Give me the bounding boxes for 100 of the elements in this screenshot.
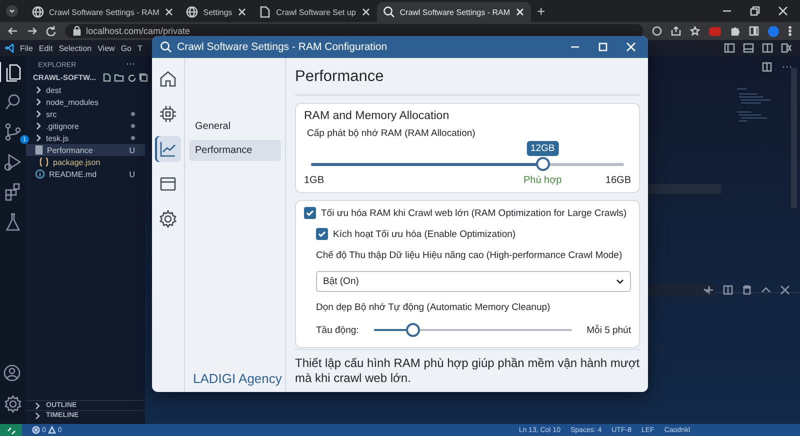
remote-icon[interactable]: [0, 424, 22, 436]
menu-item[interactable]: View: [98, 44, 115, 52]
git-status: U: [129, 170, 135, 178]
chevron-icon: [703, 286, 711, 294]
min-label: 1GB: [304, 175, 324, 186]
explorer-item[interactable]: dest: [26, 84, 145, 96]
browser-tab[interactable]: Crawl Software Settings - RAM: [376, 2, 532, 22]
slider-value: Mỗi 5 phút: [586, 324, 631, 336]
menu-item[interactable]: File: [20, 44, 33, 52]
refresh-icon[interactable]: [126, 73, 136, 82]
git-status: U: [129, 146, 135, 154]
browser-tab[interactable]: Crawl Software Set up: [253, 2, 377, 22]
check-icon: [317, 229, 327, 239]
gear-icon: [158, 209, 178, 229]
code-logo-icon: [4, 43, 14, 53]
rail-item[interactable]: [155, 136, 181, 162]
close-icon[interactable]: [780, 285, 790, 295]
window-title: Crawl Software Settings - RAM Configuration: [177, 41, 388, 53]
close-icon[interactable]: [164, 7, 174, 17]
error-icon: [32, 426, 40, 434]
menu-item[interactable]: Selection: [58, 44, 92, 52]
back-icon[interactable]: [8, 26, 18, 36]
panel-toggle-icon[interactable]: [743, 43, 754, 53]
explorer-item[interactable]: package.json: [26, 156, 145, 168]
sidebar-toggle-icon[interactable]: [724, 43, 735, 53]
chevron-icon: [616, 278, 624, 285]
trash-icon[interactable]: [742, 285, 752, 295]
new-file-icon[interactable]: [102, 73, 111, 82]
share-icon[interactable]: [671, 26, 681, 36]
play-icon: [3, 152, 23, 172]
mode-dropdown[interactable]: Bật (On): [316, 271, 631, 292]
page-heading: Performance: [295, 58, 640, 96]
search-icon: [382, 6, 395, 18]
field-label: Chế độ Thu thập Dữ liệu Hiệu năng cao (High-performance Crawl Mode): [316, 250, 624, 261]
reload-icon[interactable]: [46, 26, 56, 36]
close-icon[interactable]: [778, 6, 788, 16]
card-title: RAM and Memory Allocation: [304, 110, 450, 122]
check-icon: [305, 208, 315, 218]
account-icon[interactable]: [3, 364, 21, 382]
maximize-icon[interactable]: [598, 42, 608, 52]
puzzle-icon[interactable]: [730, 26, 740, 36]
slider-label: Cấp phát bộ nhớ RAM (RAM Allocation): [306, 128, 476, 139]
dropdown-icon[interactable]: [6, 5, 18, 17]
max-label: 16GB: [605, 175, 631, 186]
split-editor-icon[interactable]: [762, 62, 772, 72]
terminal-dropdown[interactable]: [650, 284, 715, 296]
address-text: localhost.com/cam/private: [86, 26, 190, 36]
json-icon: [39, 157, 49, 167]
warning-icon: [48, 426, 56, 434]
avatar-icon[interactable]: [768, 26, 779, 36]
close-icon[interactable]: [237, 7, 248, 17]
more-icon[interactable]: [788, 26, 792, 36]
file-icon: [35, 145, 43, 155]
modified-dot: [131, 136, 135, 140]
chart-icon: [158, 139, 178, 159]
split-icon[interactable]: [723, 285, 733, 295]
globe-icon: [186, 6, 198, 18]
new-folder-icon[interactable]: [114, 73, 124, 82]
recommendation-label: Phù hợp: [523, 175, 562, 186]
modified-dot: [131, 112, 135, 116]
nav-item[interactable]: General: [189, 116, 281, 137]
explorer-item[interactable]: Performance U: [26, 144, 145, 156]
value-tooltip: 12GB: [526, 141, 559, 156]
nav-item[interactable]: Performance: [189, 140, 281, 161]
browser-tab[interactable]: Crawl Software Settings - RAM: [26, 2, 180, 22]
checkbox-label: Kích hoạt Tối ưu hóa (Enable Optimization): [333, 228, 516, 240]
branch-icon: [3, 122, 23, 142]
slider-thumb[interactable]: [406, 323, 420, 337]
gear-icon[interactable]: [3, 394, 23, 414]
explorer-item[interactable]: node_modules: [26, 96, 145, 108]
explorer-item[interactable]: README.md U: [26, 168, 145, 180]
forward-icon[interactable]: [27, 26, 37, 36]
split-icon[interactable]: [762, 43, 773, 53]
flask-icon: [3, 212, 23, 232]
slider-thumb[interactable]: [536, 157, 550, 171]
close-icon[interactable]: [360, 7, 371, 17]
google-lens-icon[interactable]: [652, 26, 662, 36]
star-icon[interactable]: [690, 26, 700, 36]
brand-name: LADIGI Agency: [192, 371, 283, 388]
menu-item[interactable]: T: [137, 44, 142, 52]
browser-tab[interactable]: Settings: [180, 2, 254, 22]
explorer-item[interactable]: .gitignore: [26, 120, 145, 132]
plus-icon[interactable]: [704, 285, 714, 295]
info-icon: [35, 169, 45, 179]
lock-icon: [73, 26, 81, 36]
layout-icon[interactable]: [781, 43, 792, 53]
slider-label: Tầu động:: [316, 324, 359, 336]
explorer-item[interactable]: tesk.js: [26, 132, 145, 144]
field-label: Dọn dẹp Bộ nhớ Tự động (Automatic Memory Cleanup): [316, 302, 552, 313]
menu-item[interactable]: Edit: [38, 44, 53, 52]
side-panel-icon[interactable]: [749, 26, 759, 36]
checkbox[interactable]: [304, 207, 316, 219]
menu-item[interactable]: Go: [120, 44, 132, 52]
new-tab-button[interactable]: +: [537, 3, 546, 19]
chevron-up-icon[interactable]: [761, 285, 771, 295]
home-icon: [158, 69, 178, 89]
restore-icon[interactable]: [750, 6, 760, 16]
checkbox[interactable]: [316, 228, 328, 240]
collapse-icon[interactable]: [138, 73, 148, 82]
explorer-item[interactable]: src: [26, 108, 145, 120]
